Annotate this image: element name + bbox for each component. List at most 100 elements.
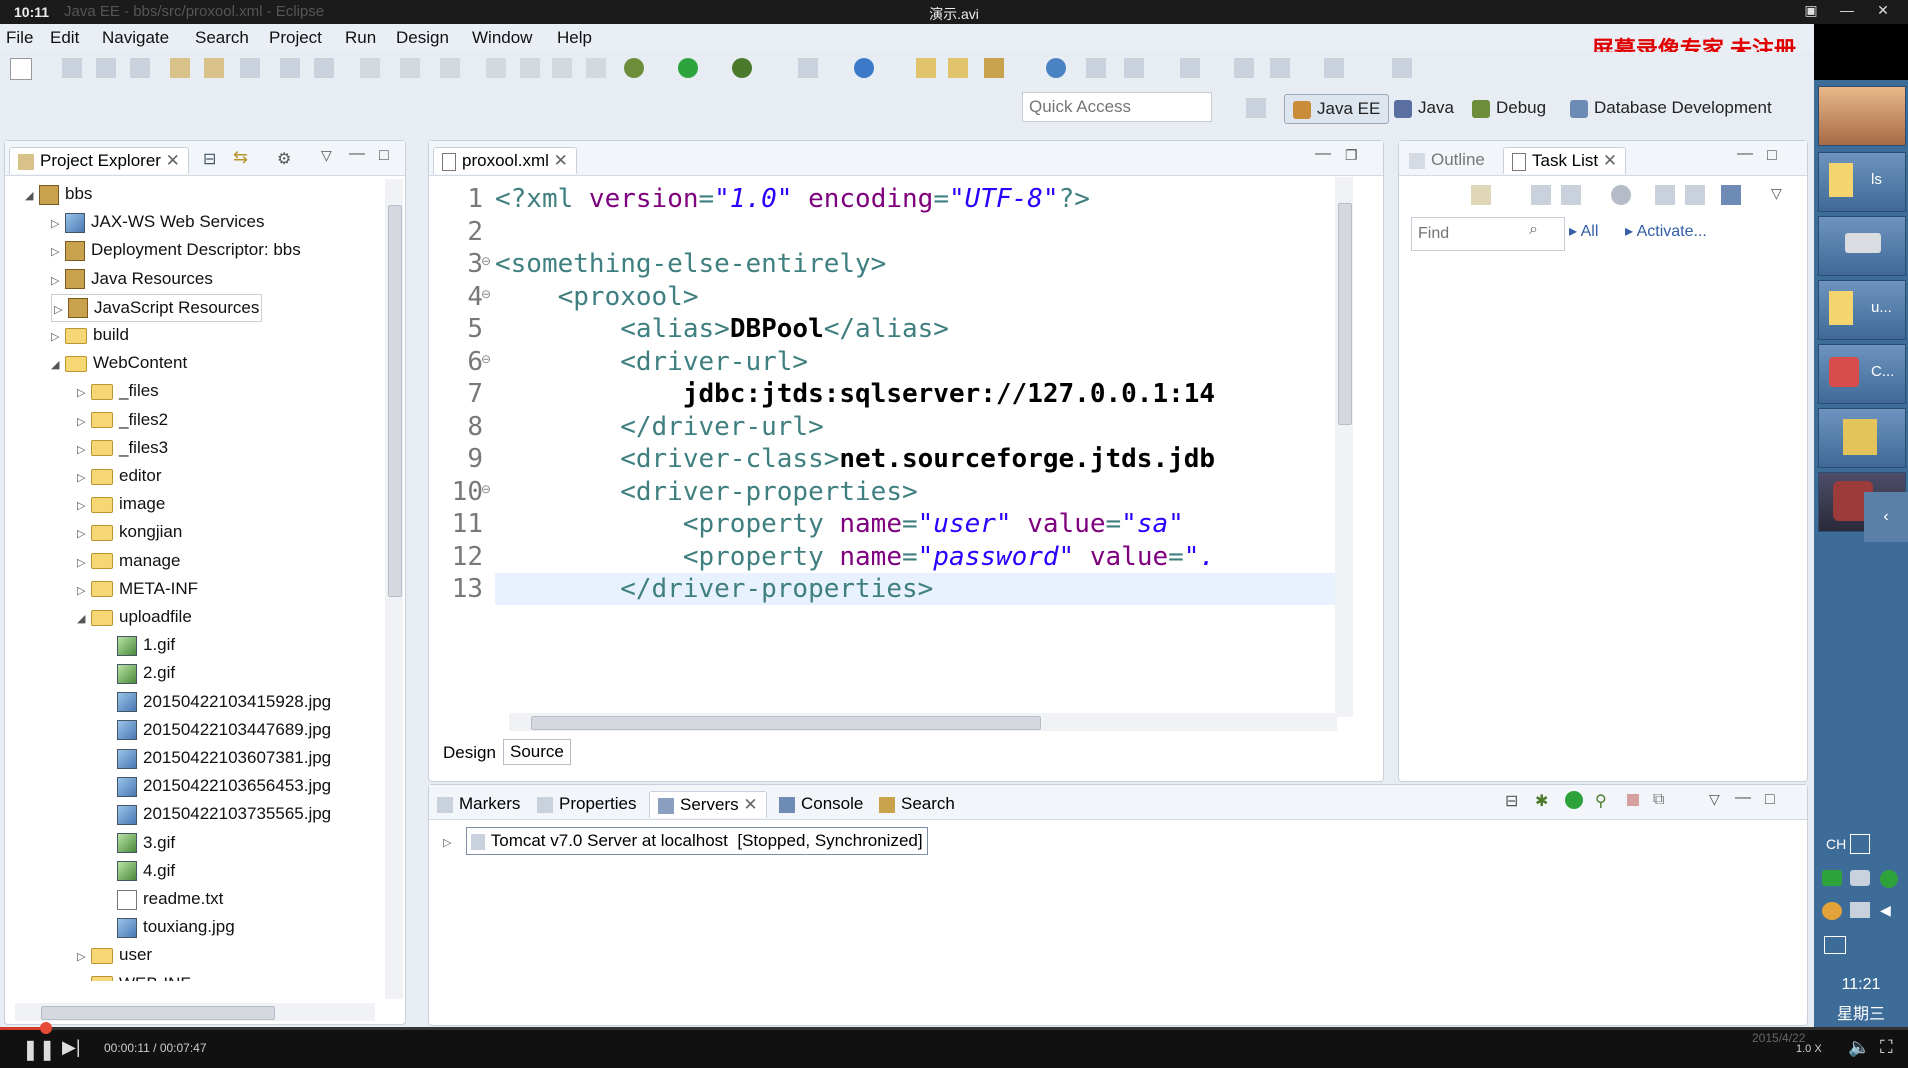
- hide-completed-icon[interactable]: [1655, 185, 1675, 205]
- menu-help[interactable]: Help: [557, 28, 592, 48]
- tree-item[interactable]: ◢ bbs: [25, 181, 92, 207]
- tree-item[interactable]: ▷ editor: [77, 463, 162, 489]
- collapse-arrow-icon[interactable]: ◢: [25, 183, 39, 209]
- tree-item[interactable]: 1.gif: [103, 632, 175, 658]
- open-task-icon[interactable]: [948, 58, 968, 78]
- network-icon[interactable]: [1850, 902, 1870, 918]
- minimize-view-icon[interactable]: —: [1315, 145, 1331, 163]
- desktop-item-c[interactable]: C...: [1818, 344, 1906, 404]
- save-icon[interactable]: [62, 58, 82, 78]
- synchronize-icon[interactable]: [1721, 185, 1741, 205]
- tree-item[interactable]: ▷ WEB-INF: [77, 971, 191, 981]
- source-editor[interactable]: 1 <?xml version="1.0" encoding="UTF-8"?> 2…: [433, 177, 1347, 723]
- perspective-debug[interactable]: Debug: [1472, 94, 1546, 122]
- redo-icon[interactable]: [400, 58, 420, 78]
- print-icon[interactable]: [130, 58, 150, 78]
- forward-icon[interactable]: [1324, 58, 1344, 78]
- fullscreen-icon[interactable]: ⛶: [1880, 1037, 1893, 1058]
- tree-item[interactable]: ▷ kongjian: [77, 519, 182, 545]
- expand-arrow-icon[interactable]: ▷: [77, 380, 91, 406]
- expand-arrow-icon[interactable]: ▷: [51, 268, 65, 294]
- minimize-view-icon[interactable]: —: [1735, 789, 1751, 807]
- disconnect-icon[interactable]: [586, 58, 606, 78]
- resume-icon[interactable]: [486, 58, 506, 78]
- tree-horizontal-scrollbar[interactable]: [15, 1003, 375, 1021]
- run-icon[interactable]: [678, 58, 698, 78]
- new-task-icon[interactable]: [1471, 185, 1491, 205]
- volume-icon[interactable]: ◀: [1880, 902, 1891, 919]
- expand-arrow-icon[interactable]: ▷: [77, 493, 91, 519]
- expand-arrow-icon[interactable]: ▷: [77, 465, 91, 491]
- tab-console[interactable]: Console: [779, 791, 863, 817]
- expand-arrow-icon[interactable]: ▷: [77, 437, 91, 463]
- tree-item[interactable]: 4.gif: [103, 858, 175, 884]
- tab-servers[interactable]: Servers ✕: [649, 791, 767, 818]
- tree-item[interactable]: ▷ _files2: [77, 407, 168, 433]
- fold-toggle-icon[interactable]: ⊖: [481, 254, 491, 268]
- collapse-icon[interactable]: ⊟: [1505, 791, 1518, 811]
- pause-icon[interactable]: ❚❚: [22, 1037, 56, 1062]
- tree-item[interactable]: ▷ _files3: [77, 435, 168, 461]
- ime-settings-icon[interactable]: [1850, 834, 1870, 854]
- tray-add-icon[interactable]: [1880, 870, 1898, 888]
- maximize-view-icon[interactable]: □: [379, 147, 389, 165]
- pin-icon[interactable]: [1392, 58, 1412, 78]
- stop-server-icon[interactable]: [1627, 794, 1639, 806]
- editor-horizontal-scrollbar[interactable]: [509, 713, 1337, 731]
- tree-item[interactable]: touxiang.jpg: [103, 914, 235, 940]
- new-class-icon[interactable]: [854, 58, 874, 78]
- tree-item[interactable]: 20150422103656453.jpg: [103, 773, 331, 799]
- skip-breakpoints-icon[interactable]: [240, 58, 260, 78]
- collapse-all-icon[interactable]: ⊟: [203, 149, 216, 169]
- minimize-view-icon[interactable]: —: [349, 145, 365, 163]
- desktop-item-drive[interactable]: [1818, 216, 1906, 276]
- publish-icon[interactable]: ⧉: [1653, 791, 1664, 809]
- menu-project[interactable]: Project: [269, 28, 322, 48]
- close-icon[interactable]: ✕: [1603, 151, 1617, 170]
- ime-indicator[interactable]: CH: [1826, 836, 1846, 852]
- menu-navigate[interactable]: Navigate: [102, 28, 169, 48]
- desktop-icon[interactable]: [1824, 936, 1846, 954]
- expand-arrow-icon[interactable]: ▷: [77, 973, 91, 981]
- scrollbar-thumb[interactable]: [1338, 203, 1352, 425]
- close-icon[interactable]: ✕: [1872, 2, 1894, 22]
- editor-vertical-scrollbar[interactable]: [1335, 177, 1353, 717]
- menu-run[interactable]: Run: [345, 28, 376, 48]
- format-icon[interactable]: [314, 58, 334, 78]
- tab-task-list[interactable]: Task List ✕: [1503, 147, 1627, 174]
- debug-icon[interactable]: [624, 58, 644, 78]
- restore-view-icon[interactable]: ❐: [1345, 147, 1358, 164]
- view-menu-icon[interactable]: ▽: [1771, 185, 1782, 202]
- expand-arrow-icon[interactable]: ▷: [77, 578, 91, 604]
- tree-item[interactable]: ▷ Deployment Descriptor: bbs: [51, 237, 301, 263]
- terminate-icon[interactable]: [552, 58, 572, 78]
- scrollbar-thumb[interactable]: [41, 1006, 275, 1020]
- tab-design[interactable]: Design: [439, 741, 500, 765]
- expand-arrow-icon[interactable]: ▷: [77, 521, 91, 547]
- activate-link[interactable]: ▸ Activate...: [1625, 221, 1707, 241]
- tree-item[interactable]: ◢ uploadfile: [77, 604, 192, 630]
- back-icon[interactable]: [1270, 58, 1290, 78]
- tab-project-explorer[interactable]: Project Explorer ✕: [9, 147, 189, 174]
- tree-item[interactable]: 2.gif: [103, 660, 175, 686]
- expand-arrow-icon[interactable]: ▷: [51, 324, 65, 350]
- view-menu-icon[interactable]: ▽: [321, 147, 332, 164]
- suspend-icon[interactable]: [520, 58, 540, 78]
- desktop-item-u[interactable]: u...: [1818, 280, 1906, 340]
- tree-vertical-scrollbar[interactable]: [385, 179, 403, 999]
- tree-item[interactable]: ▷ META-INF: [77, 576, 198, 602]
- tree-item[interactable]: 3.gif: [103, 830, 175, 856]
- scrollbar-thumb[interactable]: [388, 205, 402, 597]
- tab-proxool-xml[interactable]: proxool.xml ✕: [433, 147, 577, 174]
- tree-item[interactable]: 20150422103447689.jpg: [103, 717, 331, 743]
- tree-item[interactable]: ◢ WebContent: [51, 350, 187, 376]
- view-menu-icon[interactable]: ▽: [1709, 791, 1720, 808]
- maximize-view-icon[interactable]: □: [1765, 791, 1775, 809]
- tray-user-icon[interactable]: [1850, 870, 1870, 886]
- profile-server-icon[interactable]: ⚲: [1595, 791, 1607, 811]
- fold-toggle-icon[interactable]: ⊖: [481, 287, 491, 301]
- build-all-icon[interactable]: [204, 58, 224, 78]
- build-icon[interactable]: [170, 58, 190, 78]
- tree-item[interactable]: ▷ Java Resources: [51, 266, 213, 292]
- menu-search[interactable]: Search: [195, 28, 249, 48]
